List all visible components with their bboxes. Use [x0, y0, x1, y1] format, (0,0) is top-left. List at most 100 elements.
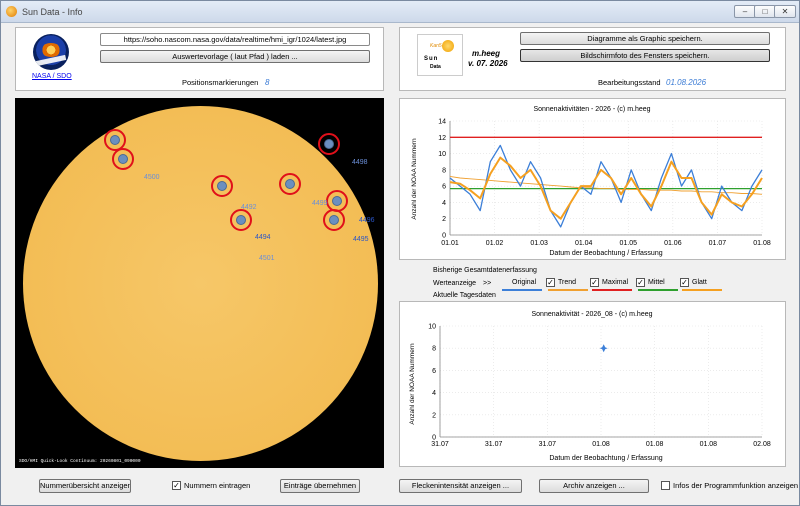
sunspot-number-label: 4492	[241, 204, 257, 211]
x-tick-label: 02.08	[753, 441, 771, 448]
minimize-button[interactable]: –	[734, 5, 756, 18]
y-axis-label: Anzahl der NOAA Nummern	[411, 138, 418, 220]
x-tick-label: 01.04	[575, 240, 593, 247]
legend-mittel-line	[638, 289, 678, 291]
x-axis-label: Datum der Beobachtung / Erfassung	[549, 250, 662, 257]
title-bar[interactable]: Sun Data - Info – □ ✕	[1, 1, 799, 23]
sun-app-icon	[6, 6, 17, 17]
x-tick-label: 01.03	[530, 240, 548, 247]
yearly-activity-chart: Sonnenaktivitäten - 2026 - (c) m.heeg Dat…	[411, 106, 771, 257]
enter-numbers-checkbox[interactable]: ✓	[172, 481, 181, 490]
status-label: Bearbeitungsstand	[598, 78, 661, 87]
close-button[interactable]: ✕	[774, 5, 796, 18]
archive-button[interactable]: Archiv anzeigen ...	[539, 479, 649, 493]
logo-badge: Kan5	[430, 43, 442, 49]
program-info-label: Infos der Programmfunktion anzeigen	[673, 481, 799, 490]
sun-logo-icon	[442, 40, 454, 52]
source-panel: NASA / SDO https://soho.nascom.nasa.gov/…	[15, 27, 384, 91]
x-tick-label: 31.07	[485, 441, 503, 448]
sunspot-dot	[332, 196, 342, 206]
legend-original-line	[502, 289, 542, 291]
daily-label: Aktuelle Tagesdaten	[433, 292, 496, 299]
sunspot-marker[interactable]	[323, 209, 345, 231]
numbers-overview-button[interactable]: Nummerübersicht anzeigen	[39, 479, 131, 493]
sunspot-dot	[110, 135, 120, 145]
history-label: Bisherige Gesamtdatenerfassung	[433, 267, 537, 274]
y-tick-label: 2	[432, 412, 436, 419]
sunspot-marker[interactable]	[230, 209, 252, 231]
sunspot-marker[interactable]	[112, 148, 134, 170]
enter-numbers-label: Nummern eintragen	[184, 481, 251, 490]
sunspot-number-label: 4494	[255, 234, 271, 241]
screenshot-button[interactable]: Bildschirmfoto des Fensters speichern.	[520, 49, 770, 62]
y-tick-label: 4	[432, 390, 436, 397]
maximize-button[interactable]: □	[754, 5, 776, 18]
y-tick-label: 10	[438, 151, 446, 158]
x-tick-label: 31.07	[539, 441, 557, 448]
window-title: Sun Data - Info	[22, 7, 83, 17]
sunspot-marker[interactable]	[211, 175, 233, 197]
sunspot-number-label: 4499	[312, 200, 328, 207]
sunspot-number-label: 4498	[352, 159, 368, 166]
markers-value: 8	[265, 78, 270, 87]
sun-image-caption: SDO/HMI Quick-Look Continuum: 20260801_0…	[19, 459, 141, 464]
x-tick-label: 01.08	[753, 240, 771, 247]
app-window: Sun Data - Info – □ ✕ NASA / SDO https:/…	[0, 0, 800, 506]
y-tick-label: 4	[442, 200, 446, 207]
spot-intensity-button[interactable]: Fleckenintensität anzeigen ...	[399, 479, 522, 493]
chart-title: Sonnenaktivitäten - 2026 - (c) m.heeg	[533, 106, 650, 113]
sun-disk	[23, 106, 378, 461]
markers-label: Positionsmarkierungen	[182, 78, 259, 87]
nasa-sdo-link[interactable]: NASA / SDO	[32, 73, 72, 80]
x-axis-label: Datum der Beobachtung / Erfassung	[549, 455, 662, 462]
chart-title: Sonnenaktivität - 2026_08 - (c) m.heeg	[531, 311, 652, 318]
x-tick-label: 01.08	[592, 441, 610, 448]
status-date: 01.08.2026	[666, 78, 707, 87]
legend-trend-line	[548, 289, 588, 291]
legend-glatt-checkbox[interactable]: ✓	[680, 278, 689, 287]
sunspot-dot	[118, 154, 128, 164]
sunspot-number-label: 4496	[359, 217, 375, 224]
y-tick-label: 6	[442, 184, 446, 191]
enter-numbers-check-mark: ✓	[173, 481, 180, 490]
nasa-sdo-logo	[33, 34, 69, 70]
x-tick-label: 01.02	[486, 240, 504, 247]
program-version: v. 07. 2026	[468, 59, 508, 68]
sunspot-number-label: 4500	[144, 174, 160, 181]
legend-original-label: Original	[512, 279, 537, 286]
display-arrow: >>	[483, 280, 492, 287]
daily-activity-chart: Sonnenaktivität - 2026_08 - (c) m.heeg Da…	[409, 311, 771, 462]
apply-entries-button[interactable]: Einträge übernehmen	[280, 479, 360, 493]
x-tick-label: 31.07	[431, 441, 449, 448]
sunspot-dot	[285, 179, 295, 189]
x-tick-label: 01.01	[441, 240, 459, 247]
program-panel: Kan5 Sun Data m.heeg v. 07. 2026 Diagram…	[399, 27, 786, 91]
display-label: Werteanzeige	[433, 280, 477, 287]
image-url-field[interactable]: https://soho.nascom.nasa.gov/data/realti…	[100, 33, 370, 46]
sunspot-dot	[236, 215, 246, 225]
save-charts-button[interactable]: Diagramme als Graphic speichern.	[520, 32, 770, 45]
legend-maximal-checkbox[interactable]: ✓	[590, 278, 599, 287]
load-template-button[interactable]: Auswertevorlage ( laut Pfad ) laden ...	[100, 50, 370, 63]
legend-mittel-checkbox[interactable]: ✓	[636, 278, 645, 287]
y-tick-label: 0	[442, 233, 446, 240]
legend-trend-checkbox[interactable]: ✓	[546, 278, 555, 287]
y-tick-label: 10	[428, 324, 436, 331]
legend-mittel-label: Mittel	[648, 279, 665, 286]
legend-trend-label: Trend	[558, 279, 577, 286]
x-tick-label: 01.05	[620, 240, 638, 247]
legend-glatt-label: Glatt	[692, 279, 707, 286]
sunspot-dot	[329, 215, 339, 225]
sunspot-marker[interactable]	[279, 173, 301, 195]
legend-glatt-line	[682, 289, 722, 291]
sun-data-logo: Kan5 Sun Data	[417, 34, 463, 76]
y-tick-label: 14	[438, 119, 446, 126]
sunspot-marker[interactable]	[318, 133, 340, 155]
author-name: m.heeg	[472, 49, 501, 58]
sun-image-view[interactable]: 4500 4498 4492 4499 4496 4495 4494 4501 SDO/HMI…	[15, 98, 384, 468]
program-info-checkbox[interactable]	[661, 481, 670, 490]
logo-line2: Data	[430, 64, 441, 70]
legend-maximal-label: Maximal	[602, 279, 629, 286]
sunspot-number-label: 4495	[353, 236, 369, 243]
sunspot-number-label: 4501	[259, 255, 275, 262]
